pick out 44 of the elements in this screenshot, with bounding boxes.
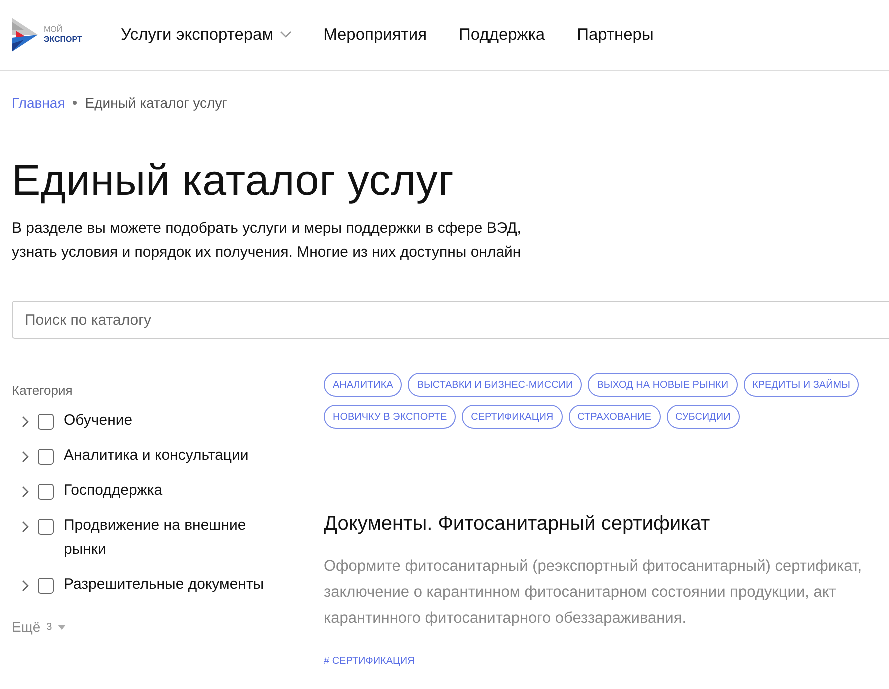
page-description: В разделе вы можете подобрать услуги и меры поддержки в сфере ВЭД, узнать условия и порядок их получения. Многие из них доступны онлайн — [12, 219, 522, 263]
category-label[interactable]: Продвижение на внешние рынки — [64, 514, 284, 562]
tag-chip[interactable]: ВЫХОД НА НОВЫЕ РЫНКИ — [588, 373, 738, 397]
logo-icon — [12, 18, 40, 52]
page-title: Единый каталог услуг — [12, 156, 456, 207]
tag-chip[interactable]: АНАЛИТИКА — [324, 373, 402, 397]
chevron-right-icon[interactable] — [20, 416, 30, 428]
more-count: 3 — [46, 622, 52, 632]
search-field[interactable]: Поиск по каталогу — [12, 301, 889, 339]
tag-chip[interactable]: НОВИЧКУ В ЭКСПОРТЕ — [324, 405, 456, 429]
tag-chip[interactable]: СТРАХОВАНИЕ — [568, 405, 661, 429]
service-title[interactable]: Документы. Фитосанитарный сертификат — [324, 513, 889, 536]
checkbox[interactable] — [38, 484, 54, 500]
category-label[interactable]: Обучение — [64, 409, 284, 433]
filter-title: Категория — [12, 383, 74, 398]
tag-chip[interactable]: КРЕДИТЫ И ЗАЙМЫ — [744, 373, 860, 397]
nav-link[interactable]: Поддержка — [459, 26, 546, 44]
separator-dot — [73, 101, 78, 105]
nav-link[interactable]: Партнеры — [577, 26, 654, 44]
breadcrumb-link[interactable]: Главная — [12, 95, 66, 111]
nav-link[interactable]: Мероприятия — [324, 26, 428, 44]
service-description: Оформите фитосанитарный (реэкспортный фитосанитарный) сертификат, заключение о карантинном фитосанитарном состоянии продукции, акт карантинного фитосанитарного обеззараживания. — [324, 557, 864, 629]
logo-text: МОЙ — [44, 25, 64, 35]
checkbox[interactable] — [38, 519, 54, 535]
checkbox[interactable] — [38, 414, 54, 430]
more-link[interactable]: Ещё — [12, 619, 41, 635]
chevron-right-icon[interactable] — [20, 521, 30, 533]
category-label[interactable]: Разрешительные документы — [64, 573, 284, 597]
chevron-right-icon[interactable] — [20, 451, 30, 463]
chevron-right-icon[interactable] — [20, 580, 30, 592]
caret-icon — [58, 624, 66, 630]
breadcrumb-current: Единый каталог услуг — [85, 95, 228, 111]
nav-link[interactable]: Услуги экспортерам — [121, 26, 292, 44]
service-tag-link[interactable]: # СЕРТИФИКАЦИЯ — [324, 656, 415, 667]
logo-text: ЭКСПОРТ — [44, 35, 82, 45]
chevron-down-icon — [280, 31, 292, 39]
category-label[interactable]: Господдержка — [64, 479, 284, 503]
tag-chip[interactable]: СУБСИДИИ — [666, 405, 740, 429]
tag-chip[interactable]: СЕРТИФИКАЦИЯ — [462, 405, 563, 429]
checkbox[interactable] — [38, 449, 54, 465]
chevron-right-icon[interactable] — [20, 486, 30, 498]
checkbox[interactable] — [38, 578, 54, 594]
tag-chip[interactable]: ВЫСТАВКИ И БИЗНЕС-МИССИИ — [408, 373, 582, 397]
category-label[interactable]: Аналитика и консультации — [64, 444, 284, 468]
